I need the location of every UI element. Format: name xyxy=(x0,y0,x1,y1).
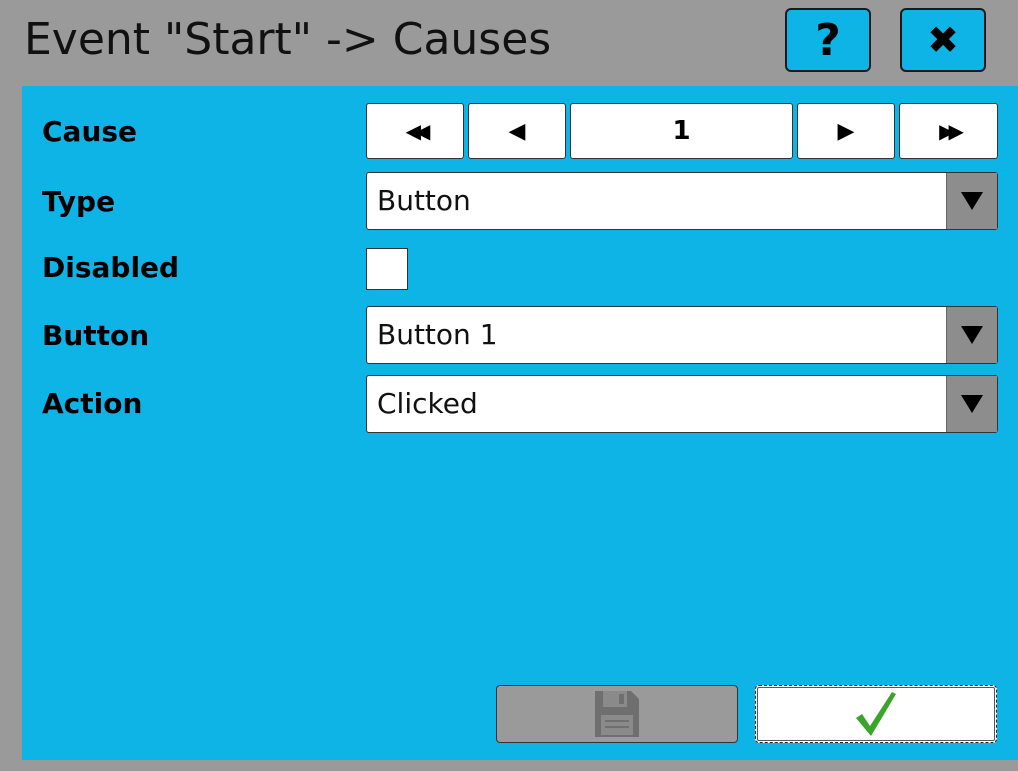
save-button[interactable] xyxy=(496,685,738,743)
disabled-checkbox[interactable] xyxy=(366,248,408,290)
button-dropdown-arrow[interactable] xyxy=(946,307,997,363)
next-icon: ▶ xyxy=(837,118,855,144)
save-icon xyxy=(595,691,639,737)
chevron-down-icon xyxy=(961,395,983,413)
action-select[interactable]: Clicked xyxy=(366,375,998,433)
chevron-down-icon xyxy=(961,192,983,210)
action-dropdown-arrow[interactable] xyxy=(946,376,997,432)
title-bar: Event "Start" -> Causes ? ✖ xyxy=(0,0,1018,84)
help-icon: ? xyxy=(815,14,841,66)
cause-label: Cause xyxy=(42,115,138,148)
button-select[interactable]: Button 1 xyxy=(366,306,998,364)
type-value: Button xyxy=(377,184,471,217)
last-icon: ▶▶ xyxy=(939,119,964,143)
first-cause-button[interactable]: ◀◀ xyxy=(366,103,464,159)
prev-icon: ◀ xyxy=(508,118,526,144)
cause-index-field[interactable]: 1 xyxy=(570,103,793,159)
close-icon: ✖ xyxy=(927,18,959,62)
first-icon: ◀◀ xyxy=(405,119,431,143)
prev-cause-button[interactable]: ◀ xyxy=(468,103,566,159)
action-value: Clicked xyxy=(377,387,478,420)
button-value: Button 1 xyxy=(377,318,498,351)
action-label: Action xyxy=(42,387,143,420)
disabled-label: Disabled xyxy=(42,251,180,284)
checkmark-icon xyxy=(856,692,896,736)
next-cause-button[interactable]: ▶ xyxy=(797,103,895,159)
close-button[interactable]: ✖ xyxy=(900,8,986,72)
chevron-down-icon xyxy=(961,326,983,344)
ok-button[interactable] xyxy=(755,685,997,743)
button-label: Button xyxy=(42,319,150,352)
form-panel: Cause ◀◀ ◀ 1 ▶ ▶▶ Type Button Disabled B… xyxy=(22,86,1018,760)
last-cause-button[interactable]: ▶▶ xyxy=(899,103,998,159)
cause-index-value: 1 xyxy=(672,116,691,146)
help-button[interactable]: ? xyxy=(785,8,871,72)
type-label: Type xyxy=(42,185,116,218)
window-title: Event "Start" -> Causes xyxy=(24,14,552,65)
type-select[interactable]: Button xyxy=(366,172,998,230)
type-dropdown-arrow[interactable] xyxy=(946,173,997,229)
